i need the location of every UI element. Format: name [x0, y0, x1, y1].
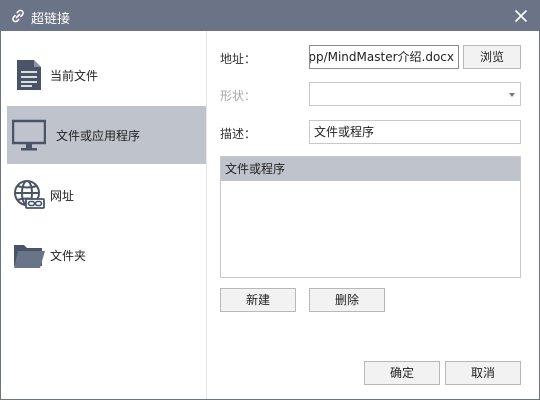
description-input[interactable]: 文件或程序: [309, 120, 521, 144]
hyperlink-dialog: 超链接 当前文件 文件或应用程序 网址 文件夹 地址： pp/MindMaste…: [0, 0, 540, 400]
sidebar-item-label: 当前文件: [50, 69, 99, 83]
dialog-title: 超链接: [31, 12, 71, 27]
document-icon: [17, 60, 41, 90]
globe-link-icon: [14, 180, 45, 209]
address-input[interactable]: pp/MindMaster介绍.docx: [309, 45, 459, 69]
sidebar-item-current-file[interactable]: 当前文件: [7, 46, 206, 104]
sidebar-item-file-or-application[interactable]: 文件或应用程序: [7, 106, 206, 164]
sidebar-item-label: 文件或应用程序: [56, 129, 141, 143]
title-bar: 超链接: [1, 1, 539, 31]
sidebar-item-url[interactable]: 网址: [7, 166, 206, 224]
close-icon[interactable]: [511, 6, 531, 26]
cancel-button[interactable]: 取消: [445, 361, 521, 385]
description-label: 描述：: [220, 127, 257, 141]
sidebar-item-label: 文件夹: [50, 249, 87, 263]
delete-button[interactable]: 删除: [309, 288, 385, 312]
link-icon: [12, 9, 24, 23]
shape-select[interactable]: [309, 82, 521, 106]
monitor-icon: [12, 119, 46, 151]
list-item[interactable]: 文件或程序: [221, 157, 520, 181]
folder-icon: [14, 245, 45, 268]
ok-button[interactable]: 确定: [364, 361, 440, 385]
browse-button[interactable]: 浏览: [463, 45, 521, 69]
hyperlink-list[interactable]: 文件或程序: [220, 156, 521, 278]
sidebar-item-folder[interactable]: 文件夹: [7, 226, 206, 284]
sidebar-divider: [206, 31, 207, 399]
address-label: 地址：: [220, 52, 257, 66]
sidebar-item-label: 网址: [50, 189, 75, 203]
new-button[interactable]: 新建: [220, 288, 296, 312]
shape-label: 形状：: [220, 89, 257, 103]
chevron-down-icon: [509, 93, 515, 97]
